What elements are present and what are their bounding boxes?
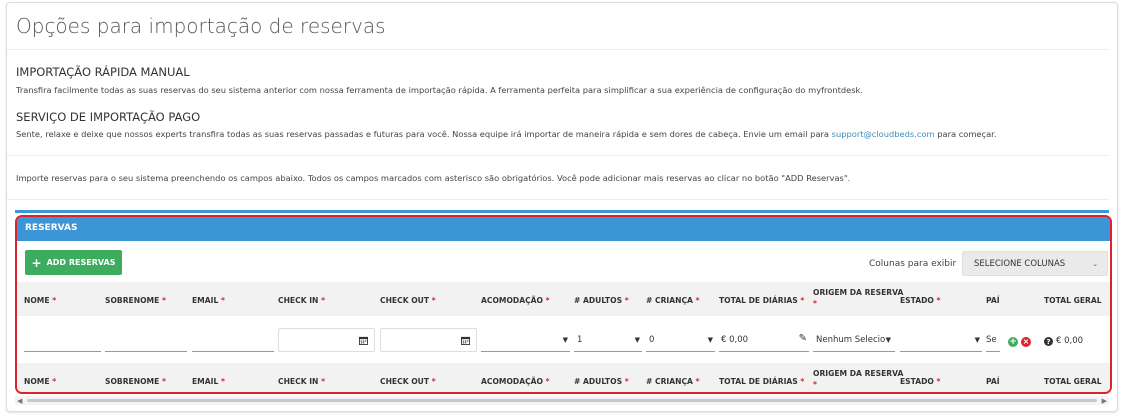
quick-import-text: Transfira facilmente todas as suas reser… (16, 85, 863, 95)
scroll-right-icon[interactable]: ▶ (1102, 397, 1107, 405)
header-check-out: CHECK OUT * (380, 296, 436, 305)
criancas-select[interactable]: 0 ▼ (646, 328, 715, 352)
caret-down-icon: ▼ (885, 336, 891, 344)
reservas-panel: RESERVAS + ADD RESERVAS Colunas para exi… (15, 215, 1112, 394)
instructions-divider (7, 199, 1109, 200)
instructions-text: Importe reservas para o seu sistema pree… (16, 173, 851, 183)
caret-down-icon: ▼ (634, 336, 640, 344)
paid-import-text: Sente, relaxe e deixe que nossos experts… (16, 129, 996, 139)
header-estado: ESTADO * (900, 296, 941, 305)
sobrenome-input[interactable] (105, 328, 187, 352)
section-divider (7, 155, 1109, 156)
footer-estado: ESTADO * (900, 377, 941, 386)
caret-down-icon: ▼ (974, 336, 980, 344)
footer-total-geral: TOTAL GERAL (1044, 377, 1102, 386)
pais-value: Se (986, 334, 997, 345)
adultos-value: 1 (577, 334, 583, 345)
caret-down-icon: ▼ (562, 336, 568, 344)
footer-check-out: CHECK OUT * (380, 377, 436, 386)
email-input[interactable] (192, 328, 274, 352)
help-icon[interactable]: ? (1044, 337, 1053, 346)
footer-pais: PAÍ (986, 377, 1000, 386)
blue-rule (15, 210, 1109, 213)
header-total-diarias: TOTAL DE DIÁRIAS * (719, 296, 805, 305)
footer-check-in: CHECK IN * (278, 377, 326, 386)
add-row-icon[interactable]: + (1008, 337, 1018, 347)
pencil-icon[interactable]: ✎ (799, 333, 807, 344)
origem-select[interactable]: Nenhum Selecio ▼ (813, 328, 895, 352)
reservas-panel-header: RESERVAS (17, 217, 1110, 241)
footer-total-diarias: TOTAL DE DIÁRIAS * (719, 377, 805, 386)
footer-adultos: # ADULTOS * (574, 377, 629, 386)
origem-value: Nenhum Selecio (816, 334, 886, 345)
import-options-card: Opções para importação de reservas IMPOR… (6, 2, 1118, 412)
plus-icon: + (31, 255, 42, 270)
table-header-bottom: NOME * SOBRENOME * EMAIL * CHECK IN * CH… (17, 363, 1110, 392)
check-in-input[interactable] (278, 328, 375, 352)
nome-input[interactable] (24, 328, 101, 352)
footer-acomodacao: ACOMODAÇÃO * (481, 377, 550, 386)
scroll-left-icon[interactable]: ◀ (17, 397, 22, 405)
scroll-thumb[interactable] (27, 399, 1097, 402)
table-header-top: NOME * SOBRENOME * EMAIL * CHECK IN * CH… (17, 282, 1110, 316)
paid-import-heading: SERVIÇO DE IMPORTAÇÃO PAGO (16, 110, 201, 124)
header-sobrenome: SOBRENOME * (105, 296, 166, 305)
header-adultos: # ADULTOS * (574, 296, 629, 305)
total-diarias-input[interactable]: € 0,00 ✎ (719, 328, 809, 352)
adultos-select[interactable]: 1 ▼ (574, 328, 642, 352)
remove-row-icon[interactable]: × (1021, 337, 1031, 347)
pais-select[interactable]: Se (986, 328, 1000, 352)
total-geral-value: € 0,00 (1056, 336, 1084, 346)
columns-select-value: SELECIONE COLUNAS (974, 258, 1066, 269)
header-nome: NOME * (24, 296, 57, 305)
chevron-down-icon: ⌄ (1092, 260, 1098, 268)
page-title: Opções para importação de reservas (16, 14, 386, 38)
calendar-icon[interactable] (461, 336, 470, 345)
criancas-value: 0 (649, 334, 655, 345)
table-row: ▼ 1 ▼ 0 ▼ € 0,00 ✎ Nenhum Selecio ▼ ▼ Se… (17, 316, 1110, 363)
check-out-input[interactable] (380, 328, 477, 352)
support-email-link[interactable]: support@cloudbeds.com (832, 129, 935, 139)
footer-email: EMAIL * (192, 377, 225, 386)
header-acomodacao: ACOMODAÇÃO * (481, 296, 550, 305)
add-reservas-label: ADD RESERVAS (46, 258, 116, 267)
calendar-icon[interactable] (359, 336, 368, 345)
header-origem: ORIGEM DA RESERVA * (813, 288, 904, 308)
header-total-geral: TOTAL GERAL (1044, 296, 1102, 305)
footer-origem: ORIGEM DA RESERVA * (813, 369, 904, 389)
footer-criancas: # CRIANÇA * (646, 377, 700, 386)
footer-sobrenome: SOBRENOME * (105, 377, 166, 386)
header-check-in: CHECK IN * (278, 296, 326, 305)
header-criancas: # CRIANÇA * (646, 296, 700, 305)
paid-import-text-before: Sente, relaxe e deixe que nossos experts… (16, 129, 832, 139)
horizontal-scrollbar[interactable]: ◀ ▶ (15, 396, 1109, 405)
acomodacao-select[interactable]: ▼ (481, 328, 570, 352)
estado-select[interactable]: ▼ (900, 328, 982, 352)
total-diarias-value: € 0,00 (721, 334, 749, 345)
header-pais: PAÍ (986, 296, 1000, 305)
quick-import-heading: IMPORTAÇÃO RÁPIDA MANUAL (16, 65, 190, 79)
columns-select[interactable]: SELECIONE COLUNAS ⌄ (962, 251, 1108, 276)
caret-down-icon: ▼ (707, 336, 713, 344)
header-email: EMAIL * (192, 296, 225, 305)
paid-import-text-after: para começar. (934, 129, 997, 139)
reservas-panel-title: RESERVAS (25, 223, 78, 233)
add-reservas-button[interactable]: + ADD RESERVAS (25, 250, 122, 275)
columns-label: Colunas para exibir (869, 259, 957, 269)
footer-nome: NOME * (24, 377, 57, 386)
title-divider (7, 49, 1109, 50)
